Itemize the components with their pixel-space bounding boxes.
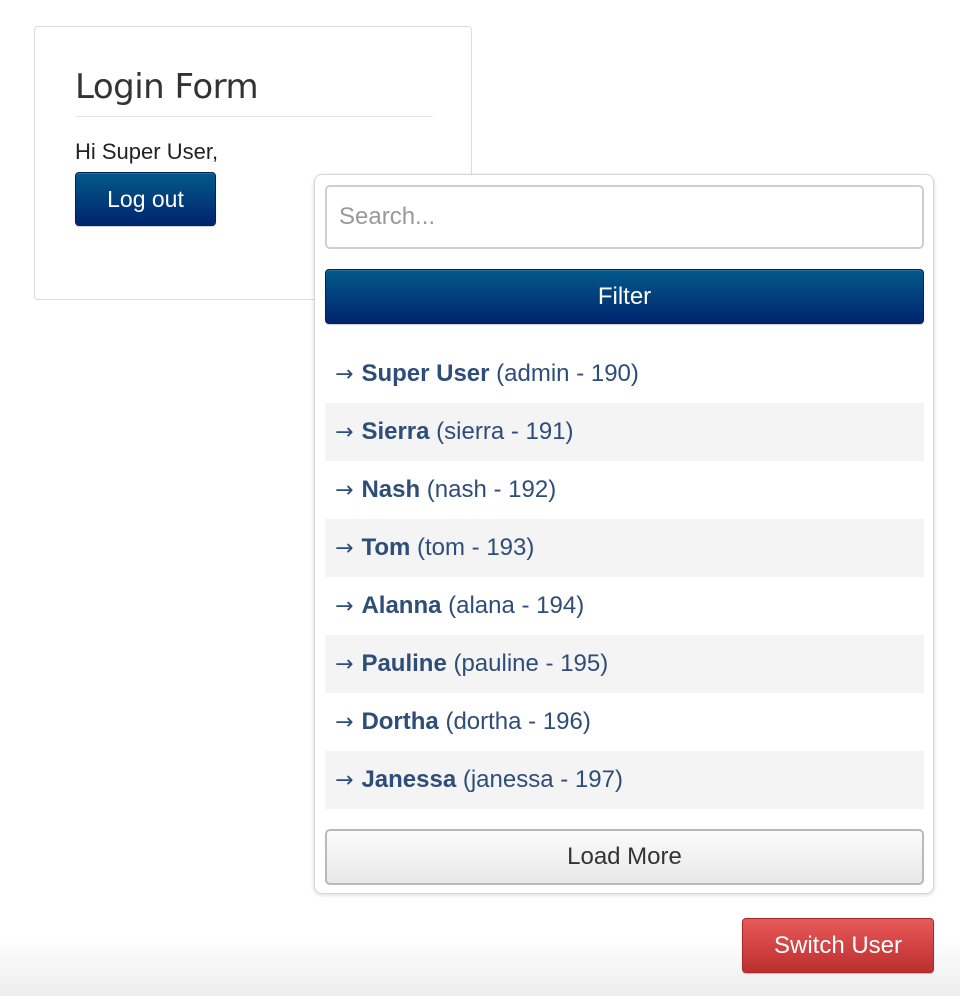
user-list-item[interactable]: → Pauline (pauline - 195) xyxy=(325,635,924,693)
arrow-right-icon: → xyxy=(335,536,354,561)
arrow-right-icon: → xyxy=(335,478,354,503)
arrow-right-icon: → xyxy=(335,768,354,793)
arrow-right-icon: → xyxy=(335,594,354,619)
user-detail: (tom - 193) xyxy=(417,534,535,561)
user-list-item[interactable]: → Janessa (janessa - 197) xyxy=(325,751,924,809)
user-detail: (admin - 190) xyxy=(496,360,639,387)
arrow-right-icon: → xyxy=(335,420,354,445)
user-detail: (dortha - 196) xyxy=(445,708,591,735)
user-name: Nash xyxy=(361,476,421,503)
user-list-item[interactable]: → Sierra (sierra - 191) xyxy=(325,403,924,461)
user-name: Super User xyxy=(361,360,490,387)
user-list-item[interactable]: → Dortha (dortha - 196) xyxy=(325,693,924,751)
switch-user-button[interactable]: Switch User xyxy=(742,918,934,973)
user-detail: (janessa - 197) xyxy=(462,766,623,793)
login-form-title: Login Form xyxy=(75,67,259,107)
user-name: Sierra xyxy=(361,418,430,445)
arrow-right-icon: → xyxy=(335,710,354,735)
user-list-item[interactable]: → Nash (nash - 192) xyxy=(325,461,924,519)
logout-button[interactable]: Log out xyxy=(75,172,216,226)
user-list: → Super User (admin - 190) → Sierra (sierr… xyxy=(325,345,924,809)
user-name: Alanna xyxy=(361,592,442,619)
user-name: Tom xyxy=(361,534,411,561)
user-list-item[interactable]: → Alanna (alana - 194) xyxy=(325,577,924,635)
user-list-item[interactable]: → Super User (admin - 190) xyxy=(325,345,924,403)
user-name: Janessa xyxy=(361,766,457,793)
user-switcher-panel: Filter → Super User (admin - 190) → Sierra… xyxy=(314,174,934,894)
user-detail: (nash - 192) xyxy=(426,476,557,503)
greeting-text: Hi Super User, xyxy=(75,139,219,164)
user-list-item[interactable]: → Tom (tom - 193) xyxy=(325,519,924,577)
search-input[interactable] xyxy=(325,185,924,249)
title-divider xyxy=(75,116,433,117)
user-detail: (alana - 194) xyxy=(448,592,585,619)
user-detail: (pauline - 195) xyxy=(453,650,609,677)
arrow-right-icon: → xyxy=(335,652,354,677)
load-more-button[interactable]: Load More xyxy=(325,829,924,885)
user-name: Pauline xyxy=(361,650,447,677)
user-detail: (sierra - 191) xyxy=(436,418,574,445)
filter-button[interactable]: Filter xyxy=(325,269,924,324)
user-name: Dortha xyxy=(361,708,439,735)
arrow-right-icon: → xyxy=(335,362,354,387)
